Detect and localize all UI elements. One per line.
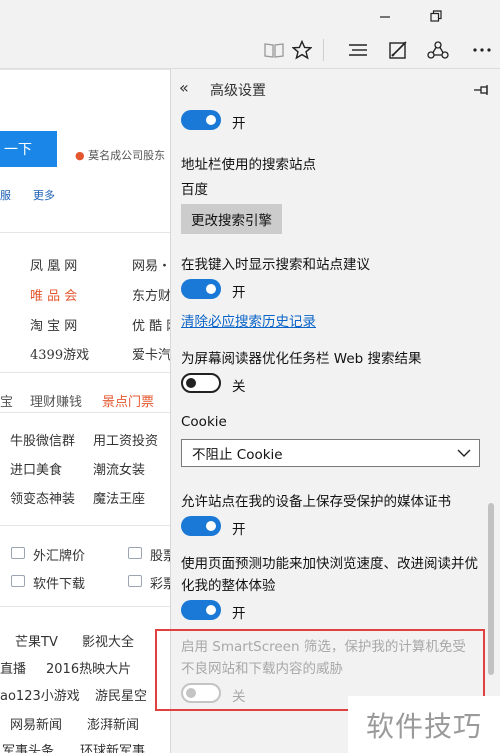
nav-more-link[interactable]: 更多 (33, 187, 55, 203)
change-search-engine-button[interactable]: 更改搜索引擎 (181, 204, 282, 234)
tool-link[interactable]: 外汇牌价 (33, 545, 85, 564)
taskbar-search-label: 为屏幕阅读器优化任务栏 Web 搜索结果 (181, 351, 422, 367)
media-license-label: 允许站点在我的设备上保存受保护的媒体证书 (181, 494, 451, 510)
toggle-state-label: 开 (232, 606, 246, 622)
toggle-knob (186, 378, 196, 388)
bottom-link[interactable]: 环球新军事 (80, 740, 145, 753)
toggle-state-label: 关 (232, 379, 246, 395)
site-link[interactable]: 优 酷 网 (132, 315, 170, 334)
bottom-link[interactable]: ao123小游戏 (0, 685, 80, 704)
web-note-icon[interactable] (380, 31, 416, 69)
search-button[interactable]: 一下 (0, 131, 57, 167)
cookie-select-value: 不阻止 Cookie (192, 447, 283, 463)
bottom-link[interactable]: 游民星空 (95, 685, 147, 704)
restore-icon[interactable] (413, 0, 459, 31)
site-link[interactable]: 唯 品 会 (30, 285, 77, 304)
divider (0, 525, 170, 526)
tab[interactable]: 理财赚钱 (30, 391, 82, 410)
hub-icon[interactable] (340, 31, 376, 69)
watermark: 软件技巧 (348, 696, 500, 753)
more-actions-icon[interactable] (464, 31, 500, 69)
grid-link[interactable]: 牛股微信群 (10, 430, 75, 449)
toggle-state-label: 开 (232, 522, 246, 538)
divider (0, 606, 170, 607)
tool-link[interactable]: 软件下载 (33, 573, 85, 592)
search-button-label: 一下 (4, 142, 32, 158)
nav-link[interactable]: 服 (0, 187, 11, 203)
bottom-link[interactable]: 芒果TV (15, 631, 58, 650)
page-prediction-toggle[interactable] (181, 600, 221, 620)
pin-icon[interactable] (473, 81, 489, 100)
divider (0, 232, 170, 233)
toggle-knob (206, 284, 216, 294)
cookie-label: Cookie (181, 414, 227, 430)
tab[interactable]: 宝 (0, 391, 13, 410)
toolbar-divider (323, 39, 324, 61)
favorite-star-icon[interactable] (284, 31, 320, 69)
media-license-toggle[interactable] (181, 516, 221, 536)
tool-link[interactable]: 股票 (150, 545, 170, 564)
tool-link[interactable]: 彩票 (150, 573, 170, 592)
panel-title: 高级设置 (210, 83, 266, 99)
download-icon (11, 575, 25, 587)
search-engine-value: 百度 (181, 182, 208, 198)
toggle-knob (206, 521, 216, 531)
search-engine-label: 地址栏使用的搜索站点 (181, 157, 316, 173)
site-link[interactable]: 东方财 (132, 285, 170, 304)
lottery-icon (128, 575, 142, 587)
page-prediction-label: 使用页面预测功能来加快浏览速度、改进阅读并优化我的整体体验 (181, 556, 478, 594)
toggle-state-label: 开 (232, 116, 246, 132)
site-link[interactable]: 网易・ (132, 255, 170, 274)
site-link[interactable]: 淘 宝 网 (30, 315, 77, 334)
chevron-down-icon (457, 446, 471, 462)
minimize-icon[interactable] (362, 0, 408, 31)
grid-link[interactable]: 潮流女装 (93, 459, 145, 478)
bottom-link[interactable]: 影视大全 (82, 631, 134, 650)
bottom-link[interactable]: 澎湃新闻 (87, 714, 139, 733)
search-suggestions-toggle[interactable] (181, 279, 221, 299)
news-headline[interactable]: ● 莫名成公司股东 (75, 147, 165, 163)
search-suggestions-label: 在我键入时显示搜索和站点建议 (181, 257, 370, 273)
taskbar-search-toggle[interactable] (181, 373, 221, 393)
exchange-rate-icon (11, 547, 25, 559)
stock-chart-icon (128, 547, 142, 559)
title-bar (0, 0, 500, 31)
top-setting-toggle[interactable] (181, 110, 221, 130)
grid-link[interactable]: 用工资投资 (93, 430, 158, 449)
share-icon[interactable] (420, 31, 456, 69)
toggle-knob (206, 115, 216, 125)
bottom-link[interactable]: 军事头条 (2, 740, 54, 753)
tab[interactable]: 景点门票 (102, 391, 154, 410)
divider (0, 69, 170, 70)
site-link[interactable]: 4399游戏 (30, 344, 89, 363)
divider (0, 372, 170, 373)
cookie-select[interactable]: 不阻止 Cookie (181, 439, 480, 467)
bottom-link[interactable]: 2016热映大片 (46, 658, 131, 677)
bottom-link[interactable]: 网易新闻 (10, 714, 62, 733)
bottom-link[interactable]: 直播 (0, 658, 26, 677)
grid-link[interactable]: 领变态神装 (10, 488, 75, 507)
toggle-knob (206, 605, 216, 615)
clear-bing-history-link[interactable]: 清除必应搜索历史记录 (181, 310, 316, 330)
site-link[interactable]: 爱卡汽 (132, 344, 170, 363)
site-link[interactable]: 凤 凰 网 (30, 255, 77, 274)
panel-scrollbar[interactable] (488, 503, 494, 675)
toggle-state-label: 开 (232, 285, 246, 301)
grid-link[interactable]: 魔法王座 (93, 488, 145, 507)
back-icon[interactable]: « (179, 78, 189, 97)
grid-link[interactable]: 进口美食 (10, 459, 62, 478)
divider (0, 412, 170, 413)
web-page: 一下 ● 莫名成公司股东 服 更多 凤 凰 网 网易・ 唯 品 会 东方财 淘 … (0, 69, 170, 753)
browser-toolbar (0, 31, 500, 69)
